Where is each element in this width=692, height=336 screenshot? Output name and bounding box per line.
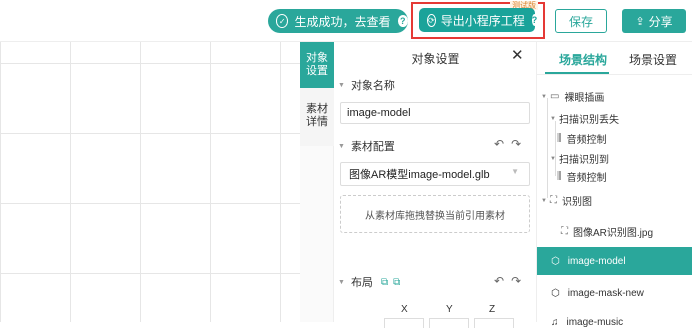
- side-tab-bar: 对象设置 素材详情: [300, 42, 334, 322]
- scene-panel: 场景结构 场景设置 ▼ ▭ 裸眼插画 ▼ 扫描识别丢失 ⫼ 音频控制 ▼ 扫描识…: [537, 42, 692, 328]
- position-z-input[interactable]: [474, 318, 514, 328]
- axis-y-label: Y: [446, 304, 453, 315]
- tab-scene-structure[interactable]: 场景结构: [559, 51, 607, 68]
- cube-icon: ⬡: [551, 255, 560, 267]
- axis-x-label: X: [401, 304, 408, 315]
- audio-control-icon: ⫼: [557, 133, 562, 144]
- object-name-input[interactable]: image-model: [340, 102, 530, 124]
- tab-object-settings-label: 对象设置: [306, 52, 328, 77]
- undo-icon[interactable]: ↶: [494, 137, 511, 151]
- drop-zone-text: 从素材库拖拽替换当前引用素材: [365, 210, 505, 222]
- export-label: 导出小程序工程: [440, 13, 525, 28]
- generate-success-button[interactable]: ✓ 生成成功，去查看 ?: [268, 9, 408, 33]
- undo-icon[interactable]: ↶: [494, 274, 511, 288]
- section-layout-label: 布局: [350, 277, 373, 289]
- tree-node-found-label: 扫描识别到: [558, 155, 609, 166]
- caret-down-icon: ▼: [550, 115, 556, 122]
- tree-node-lost[interactable]: ▼ 扫描识别丢失: [550, 111, 619, 126]
- section-layout[interactable]: ▼ 布局 ⧉⧉: [338, 274, 405, 290]
- divider: [537, 74, 692, 75]
- side-tab-filler: [300, 146, 334, 322]
- layout-copy-icons[interactable]: ⧉⧉: [381, 277, 405, 288]
- music-icon: ♫: [551, 316, 559, 328]
- tab-material-details[interactable]: 素材详情: [300, 90, 334, 142]
- material-drop-zone[interactable]: 从素材库拖拽替换当前引用素材: [340, 195, 530, 233]
- material-undo-redo[interactable]: ↶↷: [494, 137, 528, 151]
- tree-node-recog-item-label: 图像AR识别图.jpg: [573, 228, 654, 239]
- image-frame-icon: ⛶: [561, 226, 568, 237]
- help-icon[interactable]: ?: [531, 14, 538, 26]
- tree-node-recog-group[interactable]: ▼ ⛶ 识别图: [541, 193, 592, 208]
- tree-guide: [547, 98, 548, 198]
- tree-node-lost-label: 扫描识别丢失: [558, 115, 619, 126]
- tab-scene-settings[interactable]: 场景设置: [629, 51, 677, 68]
- tree-node-recog-group-label: 识别图: [561, 197, 592, 208]
- tab-object-settings[interactable]: 对象设置: [300, 42, 334, 88]
- tree-row-image-model[interactable]: ⬡ image-model: [537, 247, 692, 275]
- tree-node-root[interactable]: ▼ ▭ 裸眼插画: [541, 89, 604, 104]
- tab-material-details-label: 素材详情: [306, 103, 328, 128]
- share-icon: ⇪: [635, 15, 645, 28]
- tree-node-lost-audio[interactable]: ⫼ 音频控制: [557, 131, 607, 146]
- caret-down-icon: ▼: [550, 155, 556, 162]
- top-toolbar: ✓ 生成成功，去查看 ? 测试版 ⟳ 导出小程序工程 ? 保存 ⇪ 分享: [0, 0, 692, 42]
- scene-canvas[interactable]: [0, 42, 300, 322]
- caret-down-icon: ▼: [338, 278, 345, 286]
- save-button[interactable]: 保存: [555, 9, 607, 33]
- caret-down-icon: ▼: [338, 81, 345, 89]
- layout-undo-redo[interactable]: ↶↷: [494, 274, 528, 288]
- position-y-input[interactable]: [429, 318, 469, 328]
- caret-down-icon: ▼: [541, 197, 547, 204]
- tree-node-found-audio-label: 音频控制: [566, 173, 607, 184]
- tree-node-root-label: 裸眼插画: [564, 93, 605, 104]
- section-object-name-label: 对象名称: [350, 80, 395, 92]
- section-material[interactable]: ▼ 素材配置: [338, 138, 395, 154]
- generate-success-label: 生成成功，去查看: [294, 14, 391, 29]
- check-circle-icon: ✓: [276, 14, 289, 28]
- axis-z-label: Z: [489, 304, 496, 315]
- section-material-label: 素材配置: [350, 141, 395, 153]
- export-miniprogram-button[interactable]: ⟳ 导出小程序工程 ?: [419, 8, 538, 32]
- help-icon[interactable]: ?: [397, 15, 408, 27]
- tree-row-label: image-music: [566, 316, 624, 328]
- position-x-input[interactable]: [384, 318, 424, 328]
- caret-down-icon: ▼: [338, 142, 345, 150]
- redo-icon[interactable]: ↷: [511, 274, 528, 288]
- audio-control-icon: ⫼: [557, 171, 562, 182]
- tree-node-recog-item[interactable]: ⛶ 图像AR识别图.jpg: [561, 224, 653, 239]
- tree-guide: [555, 121, 556, 176]
- object-settings-panel: 对象设置 ✕ ▼ 对象名称 image-model ▼ 素材配置 ↶↷ 图像AR…: [334, 42, 537, 328]
- chevron-down-icon: ▼: [511, 167, 519, 176]
- tree-row-image-mask-new[interactable]: ⬡ image-mask-new: [537, 279, 692, 307]
- tree-row-image-music[interactable]: ♫ image-music: [537, 308, 692, 336]
- material-select[interactable]: 图像AR模型image-model.glb ▼: [340, 162, 530, 186]
- tree-node-found-audio[interactable]: ⫼ 音频控制: [557, 169, 607, 184]
- export-icon: ⟳: [427, 13, 436, 27]
- material-select-value: 图像AR模型image-model.glb: [349, 169, 490, 181]
- tree-row-label: image-mask-new: [567, 287, 644, 299]
- redo-icon[interactable]: ↷: [511, 137, 528, 151]
- caret-down-icon: ▼: [541, 93, 547, 100]
- tree-node-lost-audio-label: 音频控制: [566, 135, 607, 146]
- share-button[interactable]: ⇪ 分享: [622, 9, 686, 33]
- section-object-name[interactable]: ▼ 对象名称: [338, 77, 395, 93]
- folder-icon: ▭: [549, 91, 560, 102]
- tree-row-label: image-model: [567, 255, 626, 267]
- panel-title: 对象设置: [411, 52, 460, 66]
- tree-node-found[interactable]: ▼ 扫描识别到: [550, 151, 609, 166]
- close-icon[interactable]: ✕: [511, 46, 524, 64]
- image-frame-icon: ⛶: [549, 195, 557, 206]
- cube-icon: ⬡: [551, 287, 560, 299]
- share-label: 分享: [648, 14, 673, 29]
